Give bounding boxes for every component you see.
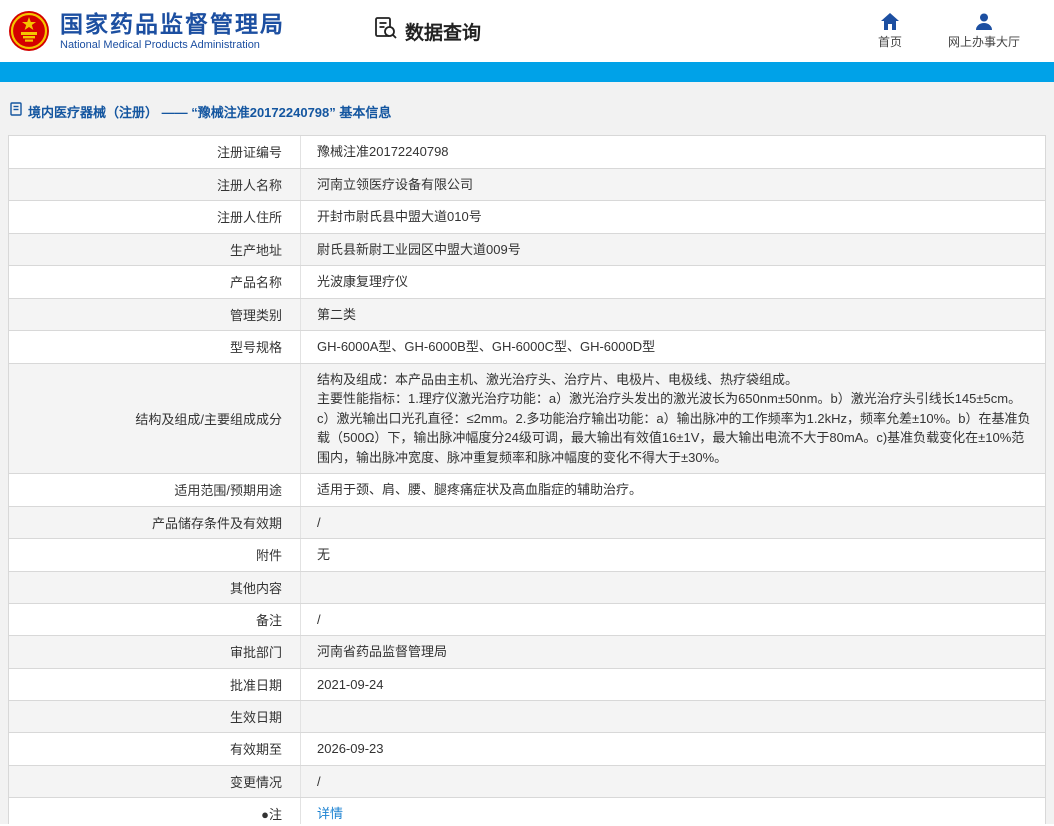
row-value: 适用于颈、肩、腰、腿疼痛症状及高血脂症的辅助治疗。 (317, 482, 643, 497)
table-row: 结构及组成/主要组成成分 结构及组成：本产品由主机、激光治疗头、治疗片、电极片、… (9, 363, 1045, 474)
row-value: 豫械注准20172240798 (317, 144, 449, 159)
row-label: 产品名称 (9, 266, 301, 298)
data-query-label: 数据查询 (405, 22, 482, 44)
table-row: 附件 无 (9, 539, 1045, 572)
row-value: 2026-09-23 (317, 741, 384, 756)
row-value: GH-6000A型、GH-6000B型、GH-6000C型、GH-6000D型 (317, 339, 656, 354)
row-label: 变更情况 (9, 765, 301, 797)
row-label: 适用范围/预期用途 (9, 474, 301, 506)
table-row: 管理类别 第二类 (9, 298, 1045, 331)
row-value: 尉氏县新尉工业园区中盟大道009号 (317, 241, 521, 257)
table-row: 型号规格 GH-6000A型、GH-6000B型、GH-6000C型、GH-60… (9, 331, 1045, 364)
table-row: 注册证编号 豫械注准20172240798 (9, 136, 1045, 169)
table-row: 适用范围/预期用途 适用于颈、肩、腰、腿疼痛症状及高血脂症的辅助治疗。 (9, 474, 1045, 507)
table-row: 批准日期 2021-09-24 (9, 668, 1045, 701)
row-label: 结构及组成/主要组成成分 (9, 363, 301, 473)
row-label: 生效日期 (9, 701, 301, 732)
document-icon (10, 102, 22, 121)
org-name: 国家药品监督管理局 National Medical Products Admi… (60, 11, 285, 51)
national-emblem-icon (8, 10, 50, 52)
row-label: ●注 (9, 798, 301, 824)
data-query-icon (373, 15, 399, 47)
row-label: 批准日期 (9, 668, 301, 700)
table-row: 其他内容 (9, 571, 1045, 604)
detail-link[interactable]: 详情 (317, 806, 343, 821)
row-value: 2021-09-24 (317, 676, 384, 692)
home-icon (880, 12, 899, 30)
nav-service-hall[interactable]: 网上办事大厅 (948, 12, 1020, 50)
table-row: ●注 详情 (9, 798, 1045, 824)
row-value: 结构及组成：本产品由主机、激光治疗头、治疗片、电极片、电极线、热疗袋组成。 主要… (317, 371, 1031, 465)
table-row: 生效日期 (9, 701, 1045, 733)
breadcrumb: 境内医疗器械（注册） —— “豫械注准20172240798” 基本信息 (8, 82, 1046, 135)
row-label: 产品储存条件及有效期 (9, 506, 301, 538)
org-name-en: National Medical Products Administration (60, 39, 260, 52)
row-value: 开封市尉氏县中盟大道010号 (317, 209, 482, 224)
table-row: 注册人名称 河南立领医疗设备有限公司 (9, 168, 1045, 201)
table-row: 审批部门 河南省药品监督管理局 (9, 636, 1045, 669)
row-value: 第二类 (317, 306, 357, 322)
table-row: 产品名称 光波康复理疗仪 (9, 266, 1045, 299)
row-label: 有效期至 (9, 733, 301, 765)
row-label: 注册人名称 (9, 168, 301, 200)
table-row: 生产地址 尉氏县新尉工业园区中盟大道009号 (9, 233, 1045, 266)
row-value: / (317, 773, 321, 789)
main-content: 境内医疗器械（注册） —— “豫械注准20172240798” 基本信息 注册证… (0, 82, 1054, 824)
row-value: 光波康复理疗仪 (317, 274, 409, 289)
table-row: 有效期至 2026-09-23 (9, 733, 1045, 766)
row-label: 生产地址 (9, 233, 301, 265)
row-value (301, 711, 1045, 723)
row-label: 备注 (9, 603, 301, 635)
table-row: 备注 / (9, 603, 1045, 636)
nav-home[interactable]: 首页 (878, 12, 902, 50)
page-title: 境内医疗器械（注册） —— “豫械注准20172240798” 基本信息 (28, 105, 392, 120)
nav-home-label: 首页 (877, 35, 902, 49)
data-query-nav[interactable]: 数据查询 (373, 15, 481, 47)
brand: 国家药品监督管理局 National Medical Products Admi… (8, 10, 285, 52)
table-row: 注册人住所 开封市尉氏县中盟大道010号 (9, 201, 1045, 234)
row-value (301, 581, 1045, 593)
row-value: 详情 (301, 798, 1045, 824)
row-label: 审批部门 (9, 636, 301, 668)
row-label: 管理类别 (9, 298, 301, 330)
row-value: / (317, 611, 321, 627)
row-value: 河南省药品监督管理局 (317, 644, 448, 659)
org-name-cn: 国家药品监督管理局 (60, 10, 285, 37)
top-header: 国家药品监督管理局 National Medical Products Admi… (0, 0, 1054, 62)
row-value: 河南立领医疗设备有限公司 (317, 176, 474, 192)
header-divider-bar (0, 62, 1054, 82)
header-nav: 首页 网上办事大厅 (878, 12, 1042, 50)
info-table: 注册证编号 豫械注准20172240798 注册人名称 河南立领医疗设备有限公司… (8, 135, 1046, 824)
user-icon (975, 12, 993, 30)
row-value: / (317, 514, 321, 530)
row-label: 注册证编号 (9, 136, 301, 168)
row-label: 其他内容 (9, 571, 301, 603)
table-row: 产品储存条件及有效期 / (9, 506, 1045, 539)
nav-service-hall-label: 网上办事大厅 (947, 35, 1020, 49)
row-label: 附件 (9, 539, 301, 571)
row-label: 注册人住所 (9, 201, 301, 233)
table-row: 变更情况 / (9, 765, 1045, 798)
row-label: 型号规格 (9, 331, 301, 363)
row-value: 无 (317, 547, 331, 562)
